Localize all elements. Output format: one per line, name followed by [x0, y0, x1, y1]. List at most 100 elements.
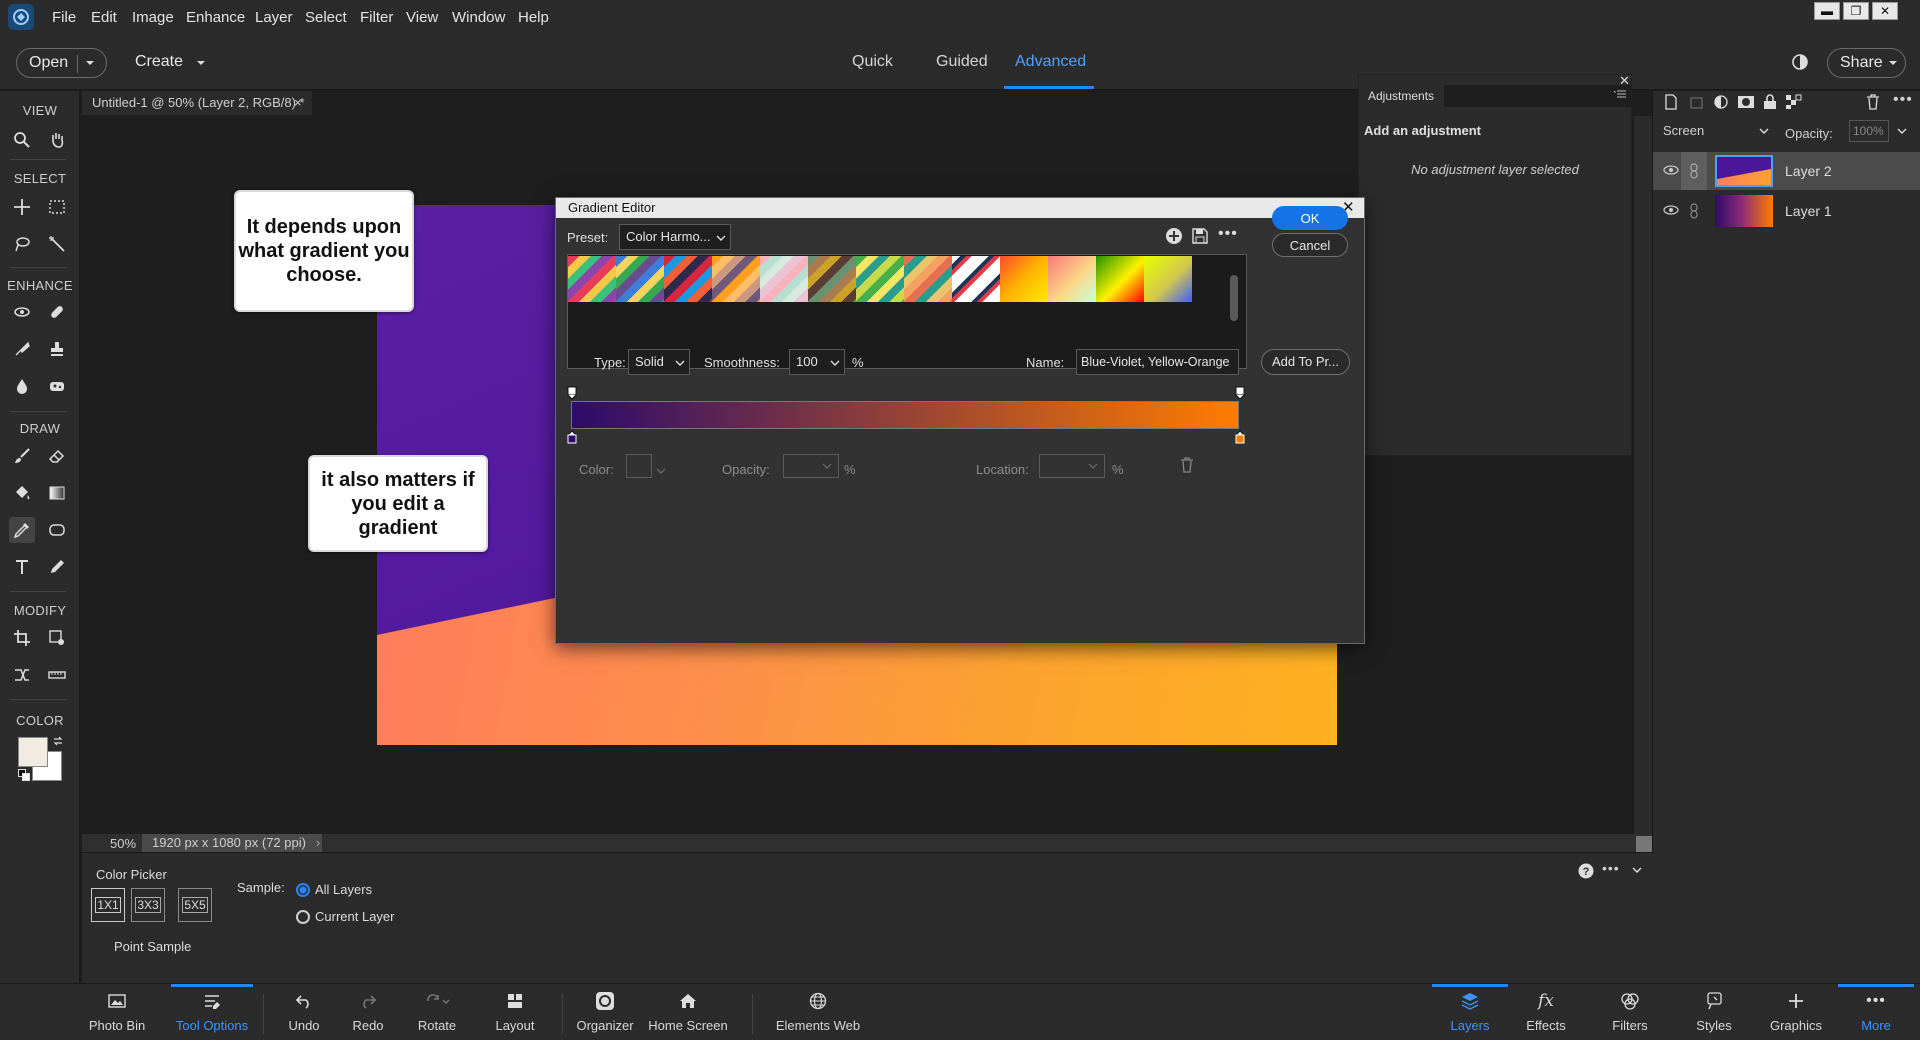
mode-tab-guided[interactable]: Guided: [936, 53, 988, 71]
sample-size-5x5-button[interactable]: 5X5: [178, 888, 212, 922]
preset-swatch[interactable]: [808, 256, 856, 302]
menu-view[interactable]: View: [406, 0, 438, 36]
create-chevron-icon[interactable]: [196, 60, 206, 66]
delete-layer-icon[interactable]: [1865, 94, 1881, 110]
layers-more-icon[interactable]: •••: [1893, 91, 1913, 109]
type-dropdown[interactable]: Solid: [628, 349, 690, 375]
help-icon[interactable]: ?: [1578, 863, 1594, 879]
save-preset-icon[interactable]: [1192, 228, 1208, 244]
opacity-chevron-icon[interactable]: [1897, 128, 1907, 134]
panel-menu-icon[interactable]: [1613, 88, 1627, 100]
layer-row-layer-2[interactable]: Layer 2: [1653, 152, 1920, 190]
preset-swatch[interactable]: [616, 256, 664, 302]
vertical-scrollbar[interactable]: [1634, 116, 1654, 834]
lasso-tool-icon[interactable]: [9, 231, 35, 257]
zoom-level[interactable]: 50%: [110, 836, 136, 851]
visibility-eye-icon[interactable]: [1663, 204, 1679, 216]
brush-tool-icon[interactable]: [9, 443, 35, 469]
chevron-down-icon[interactable]: [85, 60, 95, 66]
effects-panel-button[interactable]: fx Effects: [1508, 984, 1584, 1040]
new-group-icon[interactable]: [1689, 94, 1705, 110]
marquee-tool-icon[interactable]: [44, 194, 70, 220]
theme-toggle-icon[interactable]: [1791, 53, 1809, 71]
lock-transparent-icon[interactable]: [1785, 94, 1803, 110]
paint-bucket-icon[interactable]: [9, 480, 35, 506]
opacity-input[interactable]: 100%: [1849, 120, 1889, 142]
photo-bin-button[interactable]: Photo Bin: [82, 984, 152, 1040]
layer-row-layer-1[interactable]: Layer 1: [1653, 192, 1920, 230]
rotate-button[interactable]: Rotate: [409, 984, 465, 1040]
magic-wand-tool-icon[interactable]: [44, 231, 70, 257]
preset-more-icon[interactable]: •••: [1218, 225, 1238, 243]
preset-swatch[interactable]: [1096, 256, 1144, 302]
foreground-color-swatch[interactable]: [18, 737, 48, 767]
mode-tab-quick[interactable]: Quick: [852, 53, 893, 71]
document-tab[interactable]: Untitled-1 @ 50% (Layer 2, RGB/8) * ×: [82, 91, 312, 115]
preset-swatch[interactable]: [952, 256, 1000, 302]
tool-options-button[interactable]: Tool Options: [171, 984, 253, 1040]
cancel-button[interactable]: Cancel: [1272, 233, 1348, 257]
menu-window[interactable]: Window: [452, 0, 505, 36]
type-tool-icon[interactable]: [9, 554, 35, 580]
minimize-button[interactable]: ▬: [1814, 2, 1840, 20]
gradient-tool-icon[interactable]: [44, 480, 70, 506]
healing-brush-icon[interactable]: [44, 299, 70, 325]
blur-tool-icon[interactable]: [9, 373, 35, 399]
new-adjustment-layer-icon[interactable]: [1713, 94, 1729, 110]
delete-stop-icon[interactable]: [1179, 457, 1195, 473]
add-to-presets-button[interactable]: Add To Pr...: [1261, 349, 1350, 375]
preset-swatch[interactable]: [1048, 256, 1096, 302]
gradient-preview-bar[interactable]: [571, 401, 1239, 429]
layer-name[interactable]: Layer 1: [1785, 203, 1832, 219]
sample-current-layer-radio[interactable]: [296, 910, 310, 924]
sample-size-1x1-button[interactable]: 1X1: [91, 888, 125, 922]
collapse-chevron-icon[interactable]: [1632, 867, 1642, 873]
menu-file[interactable]: File: [52, 0, 76, 36]
styles-panel-button[interactable]: Styles: [1676, 984, 1752, 1040]
mode-tab-advanced[interactable]: Advanced: [1015, 53, 1086, 71]
app-logo-icon[interactable]: [8, 4, 34, 30]
preset-swatch[interactable]: [856, 256, 904, 302]
gradient-name-input[interactable]: Blue-Violet, Yellow-Orange: [1076, 349, 1239, 375]
menu-enhance[interactable]: Enhance: [186, 0, 245, 36]
document-tab-close-icon[interactable]: ×: [294, 91, 302, 115]
move-tool-icon[interactable]: [9, 194, 35, 220]
preset-dropdown[interactable]: Color Harmo...: [619, 224, 731, 250]
sponge-tool-icon[interactable]: [44, 373, 70, 399]
smart-brush-icon[interactable]: [9, 336, 35, 362]
more-panel-button[interactable]: ••• More: [1838, 984, 1914, 1040]
pencil-tool-icon[interactable]: [44, 554, 70, 580]
elements-web-button[interactable]: Elements Web: [770, 984, 866, 1040]
preset-swatch[interactable]: [904, 256, 952, 302]
tool-options-more-icon[interactable]: •••: [1602, 860, 1620, 876]
share-button[interactable]: Share: [1827, 48, 1906, 78]
shape-tool-icon[interactable]: [44, 517, 70, 543]
smoothness-input[interactable]: 100: [789, 349, 845, 375]
color-stop-left[interactable]: [567, 430, 577, 444]
organizer-button[interactable]: Organizer: [573, 984, 637, 1040]
crop-tool-icon[interactable]: [9, 625, 35, 651]
eraser-tool-icon[interactable]: [44, 443, 70, 469]
sample-current-layer-label[interactable]: Current Layer: [315, 909, 394, 924]
color-stop-right[interactable]: [1235, 430, 1245, 444]
add-mask-icon[interactable]: [1737, 94, 1755, 110]
filters-panel-button[interactable]: Filters: [1592, 984, 1668, 1040]
ok-button[interactable]: OK: [1272, 206, 1348, 230]
link-icon[interactable]: [1689, 163, 1699, 179]
red-eye-tool-icon[interactable]: [9, 299, 35, 325]
recompose-tool-icon[interactable]: [44, 625, 70, 651]
hand-tool-icon[interactable]: [44, 127, 70, 153]
lock-layer-icon[interactable]: [1763, 94, 1777, 110]
preset-swatch[interactable]: [1144, 256, 1192, 302]
menu-filter[interactable]: Filter: [360, 0, 393, 36]
redo-button[interactable]: Redo: [340, 984, 396, 1040]
tab-adjustments[interactable]: Adjustments: [1359, 85, 1444, 107]
menu-layer[interactable]: Layer: [255, 0, 293, 36]
sample-size-3x3-button[interactable]: 3X3: [131, 888, 165, 922]
default-colors-icon[interactable]: [18, 769, 30, 781]
create-button[interactable]: Create: [135, 53, 183, 71]
opacity-stop-left[interactable]: [567, 386, 577, 400]
layout-button[interactable]: Layout: [487, 984, 543, 1040]
visibility-eye-icon[interactable]: [1663, 164, 1679, 176]
swap-colors-icon[interactable]: [52, 735, 64, 747]
